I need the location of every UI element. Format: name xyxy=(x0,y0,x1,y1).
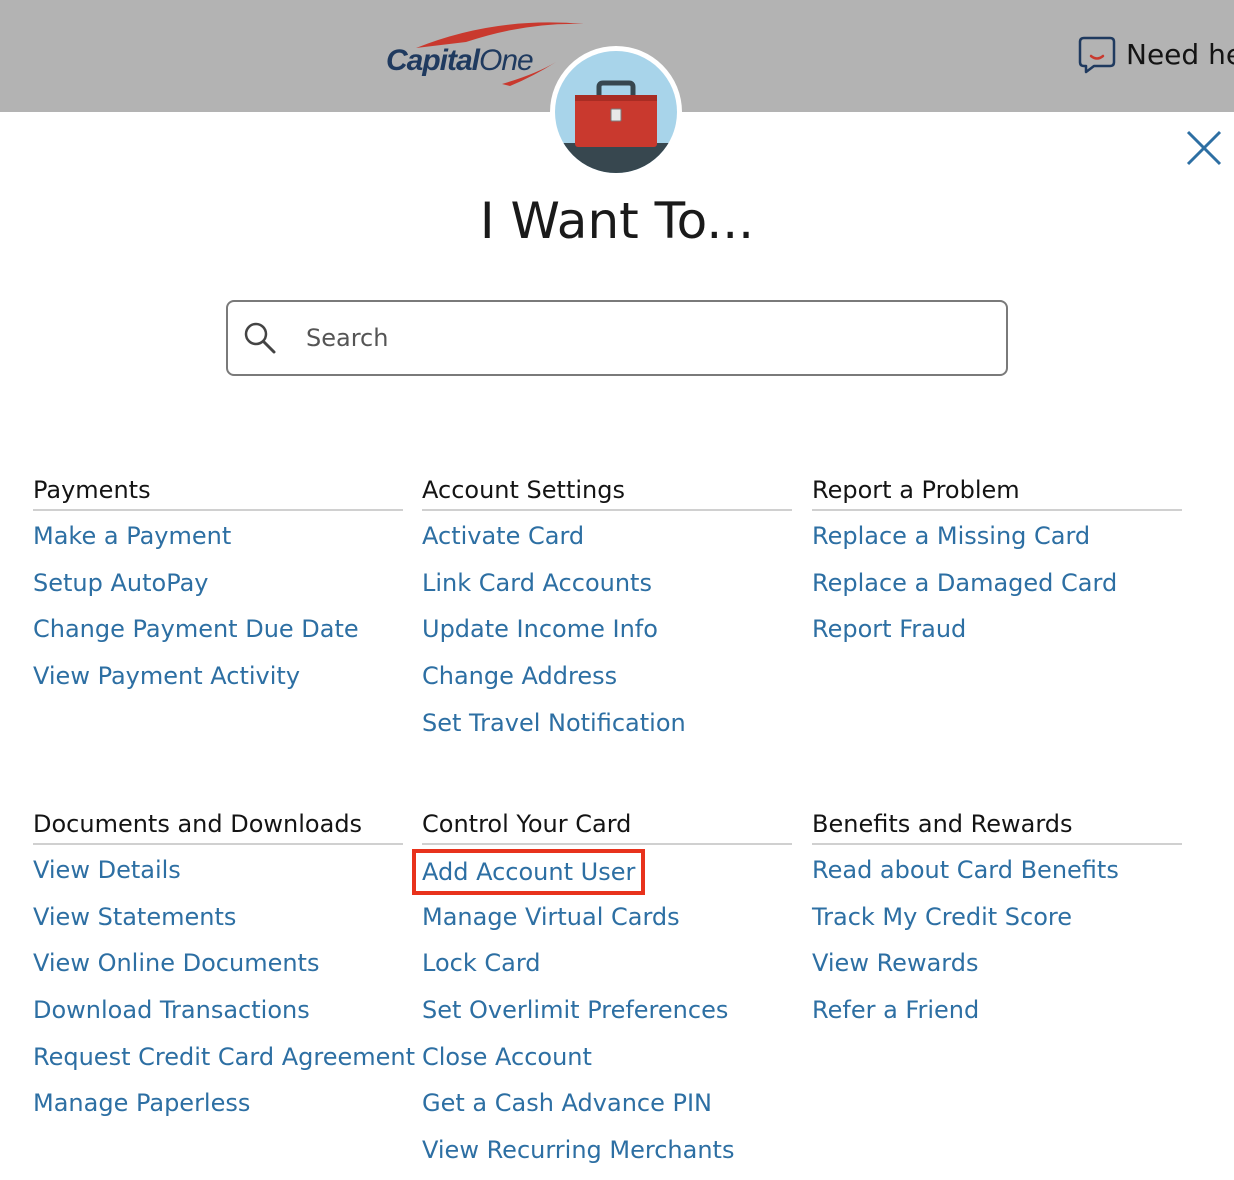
link-credit-score[interactable]: Track My Credit Score xyxy=(812,900,1072,934)
link-view-statements[interactable]: View Statements xyxy=(33,900,236,934)
toolbox-avatar xyxy=(550,46,682,178)
link-refer-friend[interactable]: Refer a Friend xyxy=(812,993,979,1027)
section-title: Account Settings xyxy=(422,476,792,511)
link-request-agreement[interactable]: Request Credit Card Agreement xyxy=(33,1040,415,1074)
need-help-label: Need help? xyxy=(1126,37,1234,71)
logo-text: CapitalOne xyxy=(386,44,534,77)
close-icon xyxy=(1186,130,1222,166)
link-setup-autopay[interactable]: Setup AutoPay xyxy=(33,566,209,600)
section-report-problem: Report a Problem Replace a Missing Card … xyxy=(812,476,1182,659)
section-title: Report a Problem xyxy=(812,476,1182,511)
section-control-card: Control Your Card Add Account User Manag… xyxy=(411,810,792,1180)
link-card-benefits[interactable]: Read about Card Benefits xyxy=(812,853,1119,887)
link-cash-advance-pin[interactable]: Get a Cash Advance PIN xyxy=(422,1086,712,1120)
search-icon xyxy=(244,322,276,354)
link-link-card-accounts[interactable]: Link Card Accounts xyxy=(422,566,652,600)
search-input[interactable] xyxy=(306,318,986,358)
section-title: Benefits and Rewards xyxy=(812,810,1182,845)
need-help-button[interactable]: Need help? xyxy=(1078,32,1234,76)
toolbox-icon xyxy=(555,80,677,173)
link-add-account-user[interactable]: Add Account User xyxy=(411,849,646,895)
link-download-transactions[interactable]: Download Transactions xyxy=(33,993,310,1027)
search-box[interactable] xyxy=(226,300,1008,376)
section-title: Documents and Downloads xyxy=(33,810,403,845)
section-title: Payments xyxy=(33,476,403,511)
link-replace-damaged-card[interactable]: Replace a Damaged Card xyxy=(812,566,1117,600)
close-button[interactable] xyxy=(1184,128,1224,168)
link-change-due-date[interactable]: Change Payment Due Date xyxy=(33,612,359,646)
link-update-income[interactable]: Update Income Info xyxy=(422,612,658,646)
link-activate-card[interactable]: Activate Card xyxy=(422,519,584,553)
link-travel-notification[interactable]: Set Travel Notification xyxy=(422,706,686,740)
link-make-payment[interactable]: Make a Payment xyxy=(33,519,231,553)
link-overlimit-preferences[interactable]: Set Overlimit Preferences xyxy=(422,993,728,1027)
link-replace-missing-card[interactable]: Replace a Missing Card xyxy=(812,519,1090,553)
modal-title: I Want To... xyxy=(479,192,755,250)
chat-bubble-icon xyxy=(1078,36,1116,74)
section-benefits: Benefits and Rewards Read about Card Ben… xyxy=(812,810,1182,1040)
link-lock-card[interactable]: Lock Card xyxy=(422,946,541,980)
section-title: Control Your Card xyxy=(422,810,792,845)
section-payments: Payments Make a Payment Setup AutoPay Ch… xyxy=(33,476,403,706)
section-documents: Documents and Downloads View Details Vie… xyxy=(33,810,415,1133)
link-recurring-merchants[interactable]: View Recurring Merchants xyxy=(422,1133,734,1167)
link-close-account[interactable]: Close Account xyxy=(422,1040,592,1074)
link-view-details[interactable]: View Details xyxy=(33,853,181,887)
link-manage-virtual-cards[interactable]: Manage Virtual Cards xyxy=(422,900,680,934)
link-view-rewards[interactable]: View Rewards xyxy=(812,946,978,980)
link-view-payment-activity[interactable]: View Payment Activity xyxy=(33,659,300,693)
link-manage-paperless[interactable]: Manage Paperless xyxy=(33,1086,250,1120)
section-account-settings: Account Settings Activate Card Link Card… xyxy=(422,476,792,752)
link-report-fraud[interactable]: Report Fraud xyxy=(812,612,966,646)
link-change-address[interactable]: Change Address xyxy=(422,659,617,693)
capital-one-logo[interactable]: CapitalOne xyxy=(386,18,586,88)
link-view-online-documents[interactable]: View Online Documents xyxy=(33,946,319,980)
